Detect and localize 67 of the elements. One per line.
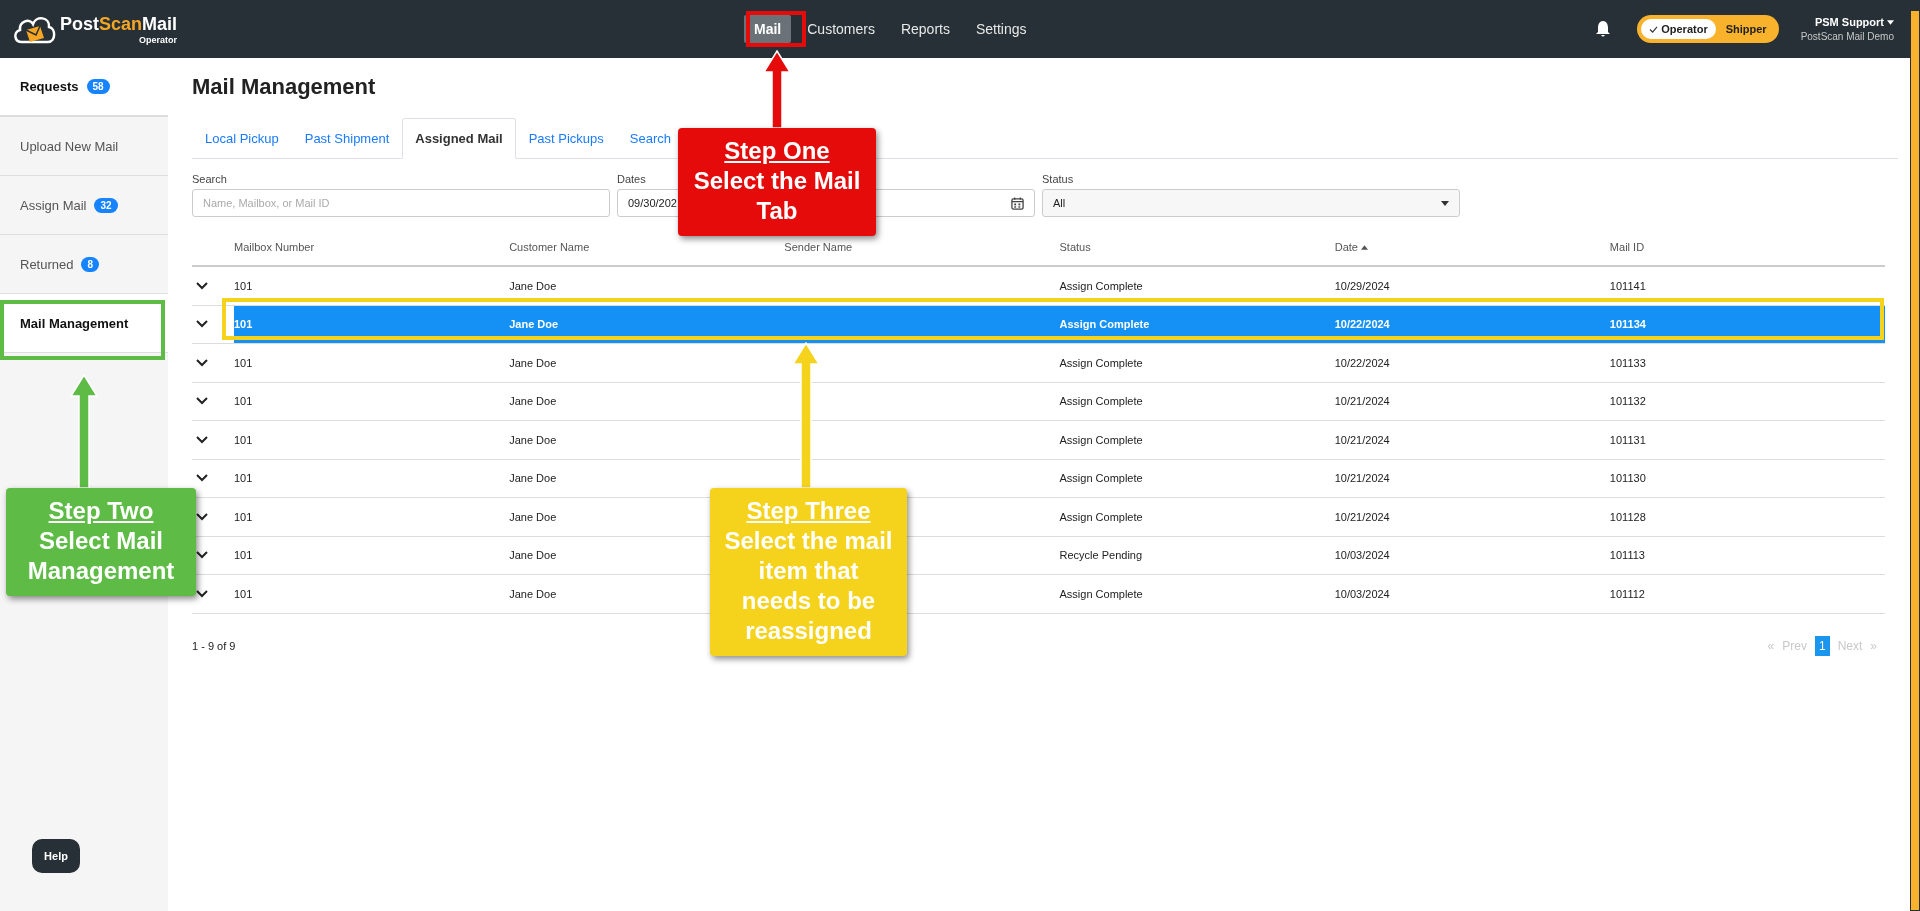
table-cell: 10/21/2024 xyxy=(1334,510,1390,523)
table-cell: 101 xyxy=(234,318,253,331)
table-cell: 101134 xyxy=(1609,318,1646,331)
count-badge: 32 xyxy=(94,197,118,213)
table-cell: Recycle Pending xyxy=(1059,549,1143,562)
table-cell: Assign Complete xyxy=(1059,587,1143,600)
table-cell: 10/03/2024 xyxy=(1334,587,1390,600)
table-cell: Assign Complete xyxy=(1059,356,1143,369)
table-cell: Assign Complete xyxy=(1059,279,1143,292)
table-cell: Jane Doe xyxy=(509,549,557,562)
table-cell: 101133 xyxy=(1609,356,1646,369)
callout-title: Step Three xyxy=(746,496,871,526)
table-cell: Assign Complete xyxy=(1059,510,1143,523)
callout-text: Select the mail item that needs to be reassigned xyxy=(724,526,893,646)
sidebar-label: Returned xyxy=(20,256,74,272)
callout-title: Step Two xyxy=(48,496,154,526)
brand-subtitle: Operator xyxy=(139,34,178,45)
table-cell: 101 xyxy=(234,549,253,562)
table-cell: 10/29/2024 xyxy=(1334,279,1390,292)
table-cell: 101113 xyxy=(1609,549,1645,562)
page-title: Mail Management xyxy=(192,74,377,100)
sidebar-label: Upload New Mail xyxy=(20,138,119,154)
callout-text: Select the Mail Tab xyxy=(692,166,862,226)
callout-title: Step One xyxy=(724,136,830,166)
field-label: Status xyxy=(1042,173,1074,185)
table-cell: 101 xyxy=(234,356,253,369)
table-cell: 10/21/2024 xyxy=(1334,472,1390,485)
table-cell: Assign Complete xyxy=(1059,472,1143,485)
table-cell: 101131 xyxy=(1609,433,1646,446)
table-cell: 101 xyxy=(234,587,253,600)
table-cell: Jane Doe xyxy=(509,587,557,600)
count-badge: 58 xyxy=(86,79,110,94)
table-cell: Jane Doe xyxy=(509,279,557,292)
table-cell: 10/22/2024 xyxy=(1334,318,1390,331)
sidebar-label: Assign Mail xyxy=(20,197,87,213)
table-cell: Assign Complete xyxy=(1059,433,1143,446)
table-cell: Jane Doe xyxy=(509,395,557,408)
table-cell: 10/21/2024 xyxy=(1334,433,1390,446)
count-badge: 8 xyxy=(81,256,100,272)
table-cell: Jane Doe xyxy=(509,318,559,331)
table-cell: 10/22/2024 xyxy=(1334,356,1390,369)
table-cell: Jane Doe xyxy=(509,433,557,446)
table-cell: 101 xyxy=(234,472,253,485)
table-cell: 101 xyxy=(234,510,253,523)
table-cell: Assign Complete xyxy=(1059,318,1150,331)
table-cell: 101130 xyxy=(1609,472,1646,485)
table-cell: 10/21/2024 xyxy=(1334,395,1390,408)
table-cell: 10/03/2024 xyxy=(1334,549,1390,562)
table-cell: 101141 xyxy=(1609,279,1646,292)
table-cell: Jane Doe xyxy=(509,472,557,485)
table-cell: Assign Complete xyxy=(1059,395,1143,408)
table-cell: 101112 xyxy=(1609,587,1645,600)
table-cell: 101 xyxy=(234,433,253,446)
table-cell: Jane Doe xyxy=(509,356,557,369)
organization-name: PostScan Mail Demo xyxy=(1800,31,1894,42)
field-label: Dates xyxy=(617,173,646,185)
callout-text: Select Mail Management xyxy=(26,526,176,586)
table-cell: Jane Doe xyxy=(509,510,557,523)
table-cell: 101128 xyxy=(1609,510,1646,523)
table-cell: 101 xyxy=(234,395,253,408)
table-cell: 101132 xyxy=(1609,395,1646,408)
sidebar-label: Requests xyxy=(20,79,79,94)
table-cell: 101 xyxy=(234,279,253,292)
sidebar-label: Mail Management xyxy=(20,315,129,331)
result-count: 1 - 9 of 9 xyxy=(192,639,236,652)
brand-name: PostScanMail xyxy=(60,13,178,35)
field-label: Search xyxy=(192,173,227,185)
